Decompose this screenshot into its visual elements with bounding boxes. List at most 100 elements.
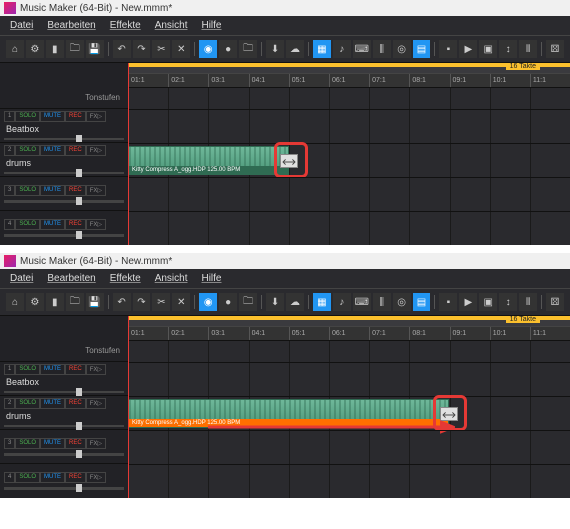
chart-icon[interactable]: ▪: [439, 293, 457, 311]
cloud-icon[interactable]: ☁: [286, 40, 304, 58]
grid-icon[interactable]: ▦: [313, 40, 331, 58]
mute-button[interactable]: MUTE: [40, 111, 65, 122]
playhead[interactable]: [128, 316, 129, 498]
mute-button[interactable]: MUTE: [40, 398, 65, 409]
volume-slider[interactable]: [4, 391, 124, 393]
track-header-2[interactable]: 2 SOLO MUTE REC FX▷ drums: [0, 142, 128, 176]
levels-icon[interactable]: ↕: [499, 293, 517, 311]
folder-icon[interactable]: 🗀: [66, 40, 84, 58]
close-icon[interactable]: ✕: [172, 293, 190, 311]
volume-slider[interactable]: [4, 200, 124, 203]
dice-icon[interactable]: ⚄: [546, 40, 564, 58]
solo-button[interactable]: SOLO: [15, 111, 40, 122]
fx-button[interactable]: FX▷: [86, 219, 106, 230]
clip-stretch-handle[interactable]: [280, 154, 298, 168]
track-header-1[interactable]: 1 SOLO MUTE REC FX▷ Beatbox: [0, 108, 128, 142]
audio-clip-drums[interactable]: Kitty Compress A_ogg.HDP 125.00 BPM: [128, 399, 449, 428]
menu-effekte[interactable]: Effekte: [104, 271, 147, 286]
gear-icon[interactable]: ⚙: [26, 293, 44, 311]
menu-ansicht[interactable]: Ansicht: [149, 271, 194, 286]
timeline-area[interactable]: 16 Takte 01:1 02:1 03:1 04:1 05:1 06:1 0…: [128, 63, 570, 245]
solo-button[interactable]: SOLO: [15, 398, 40, 409]
fx-button[interactable]: FX▷: [86, 185, 106, 196]
save-icon[interactable]: 💾: [86, 40, 104, 58]
track-name[interactable]: Beatbox: [4, 377, 124, 387]
track-header-4[interactable]: 4 SOLO MUTE REC FX▷: [0, 463, 128, 497]
fx-button[interactable]: FX▷: [86, 364, 106, 375]
menu-bearbeiten[interactable]: Bearbeiten: [41, 18, 101, 33]
download-icon[interactable]: ⬇: [266, 40, 284, 58]
file-icon[interactable]: ▮: [46, 40, 64, 58]
folder-icon[interactable]: 🗀: [66, 293, 84, 311]
tonstufen-lane[interactable]: [128, 340, 570, 362]
gear-icon[interactable]: ⚙: [26, 40, 44, 58]
mute-button[interactable]: MUTE: [40, 364, 65, 375]
rec-button[interactable]: REC: [65, 185, 86, 196]
download-icon[interactable]: ⬇: [266, 293, 284, 311]
video-icon[interactable]: ▶: [459, 293, 477, 311]
fx-button[interactable]: FX▷: [86, 145, 106, 156]
home-icon[interactable]: ⌂: [6, 40, 24, 58]
target-icon[interactable]: ◎: [393, 293, 411, 311]
rec-button[interactable]: REC: [65, 398, 86, 409]
volume-slider[interactable]: [4, 172, 124, 174]
home-icon[interactable]: ⌂: [6, 293, 24, 311]
fx-button[interactable]: FX▷: [86, 472, 106, 483]
video-icon[interactable]: ▶: [459, 40, 477, 58]
sliders-icon[interactable]: ⫼: [373, 40, 391, 58]
rec-button[interactable]: REC: [65, 145, 86, 156]
note-icon[interactable]: ♪: [333, 293, 351, 311]
save-icon[interactable]: 💾: [86, 293, 104, 311]
rec-button[interactable]: REC: [65, 219, 86, 230]
menu-hilfe[interactable]: Hilfe: [195, 271, 227, 286]
solo-button[interactable]: SOLO: [15, 219, 40, 230]
solo-button[interactable]: SOLO: [15, 364, 40, 375]
close-icon[interactable]: ✕: [172, 40, 190, 58]
grid-icon[interactable]: ▦: [313, 293, 331, 311]
note-icon[interactable]: ♪: [333, 40, 351, 58]
fx-button[interactable]: FX▷: [86, 398, 106, 409]
mute-button[interactable]: MUTE: [40, 219, 65, 230]
folder2-icon[interactable]: 🗀: [239, 40, 257, 58]
menubar[interactable]: Datei Bearbeiten Effekte Ansicht Hilfe: [0, 16, 570, 36]
mute-button[interactable]: MUTE: [40, 145, 65, 156]
file-icon[interactable]: ▮: [46, 293, 64, 311]
tonstufen-lane[interactable]: [128, 87, 570, 109]
pointer-tool-icon[interactable]: ◉: [199, 40, 217, 58]
layers-icon[interactable]: ▤: [413, 293, 431, 311]
audio-clip-drums[interactable]: Kitty Compress A_ogg.HDP 125.00 BPM: [128, 146, 289, 175]
eq-icon[interactable]: ⫴: [519, 40, 537, 58]
timeline-area[interactable]: 16 Takte 01:1 02:1 03:1 04:1 05:1 06:1 0…: [128, 316, 570, 498]
menubar[interactable]: Datei Bearbeiten Effekte Ansicht Hilfe: [0, 269, 570, 289]
redo-icon[interactable]: ↷: [133, 293, 151, 311]
volume-slider[interactable]: [4, 453, 124, 456]
track-lane-4[interactable]: [128, 464, 570, 498]
dice-icon[interactable]: ⚄: [546, 293, 564, 311]
pointer-tool-icon[interactable]: ◉: [199, 293, 217, 311]
menu-hilfe[interactable]: Hilfe: [195, 18, 227, 33]
eq-icon[interactable]: ⫴: [519, 293, 537, 311]
track-lane-2[interactable]: Kitty Compress A_ogg.HDP 125.00 BPM: [128, 396, 570, 430]
target-icon[interactable]: ◎: [393, 40, 411, 58]
track-name[interactable]: drums: [4, 158, 124, 168]
track-header-3[interactable]: 3 SOLO MUTE REC FX▷: [0, 176, 128, 210]
redo-icon[interactable]: ↷: [133, 40, 151, 58]
track-lane-1[interactable]: [128, 109, 570, 143]
track-header-3[interactable]: 3 SOLO MUTE REC FX▷: [0, 429, 128, 463]
time-ruler[interactable]: 01:1 02:1 03:1 04:1 05:1 06:1 07:1 08:1 …: [128, 73, 570, 87]
volume-slider[interactable]: [4, 425, 124, 427]
scissors-icon[interactable]: ✂: [152, 40, 170, 58]
menu-datei[interactable]: Datei: [4, 271, 39, 286]
track-lane-3[interactable]: [128, 177, 570, 211]
menu-effekte[interactable]: Effekte: [104, 18, 147, 33]
rec-button[interactable]: REC: [65, 472, 86, 483]
record-icon[interactable]: ▣: [479, 293, 497, 311]
track-header-1[interactable]: 1 SOLO MUTE REC FX▷ Beatbox: [0, 361, 128, 395]
folder2-icon[interactable]: 🗀: [239, 293, 257, 311]
layers-icon[interactable]: ▤: [413, 40, 431, 58]
volume-slider[interactable]: [4, 487, 124, 490]
menu-datei[interactable]: Datei: [4, 18, 39, 33]
track-lane-2[interactable]: Kitty Compress A_ogg.HDP 125.00 BPM: [128, 143, 570, 177]
solo-button[interactable]: SOLO: [15, 145, 40, 156]
rec-button[interactable]: REC: [65, 438, 86, 449]
